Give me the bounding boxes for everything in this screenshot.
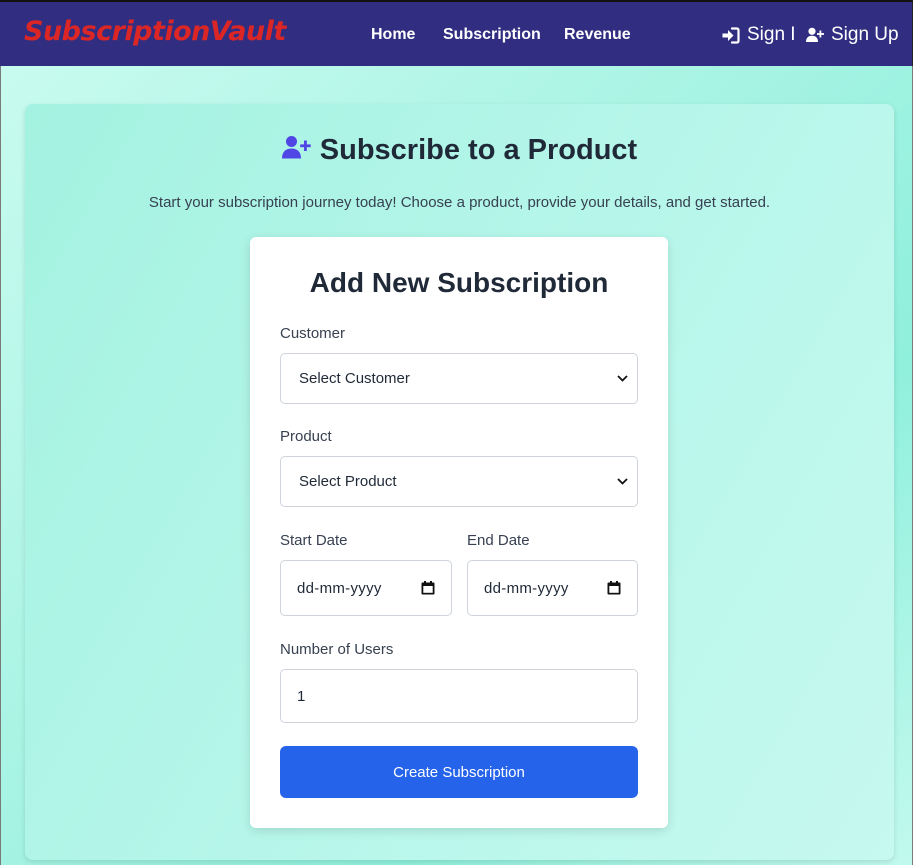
users-label: Number of Users	[280, 641, 394, 658]
product-label: Product	[280, 428, 332, 445]
create-subscription-button[interactable]: Create Subscription	[280, 746, 638, 798]
start-date-input[interactable]: dd-mm-yyyy	[280, 560, 452, 616]
calendar-icon[interactable]	[607, 581, 621, 595]
page-background: Subscribe to a Product Start your subscr…	[0, 66, 913, 865]
form-title: Add New Subscription	[309, 267, 609, 298]
users-input-value: 1	[297, 687, 306, 705]
start-date-label: Start Date	[280, 532, 348, 549]
customer-select[interactable]: Select Customer	[280, 353, 638, 404]
subscription-form-card: Add New Subscription Customer Select Cus…	[250, 237, 668, 828]
sign-in-label: Sign I	[747, 24, 796, 45]
sign-in-link[interactable]: Sign I	[721, 24, 796, 46]
customer-select-value: Select Customer	[299, 370, 410, 387]
page-title: Subscribe to a Product	[25, 134, 894, 167]
sign-in-icon	[721, 26, 740, 44]
end-date-placeholder: dd-mm-yyyy	[484, 579, 569, 597]
end-date-input[interactable]: dd-mm-yyyy	[467, 560, 638, 616]
user-plus-icon	[806, 27, 824, 43]
chevron-down-icon	[617, 375, 628, 382]
product-select[interactable]: Select Product	[280, 456, 638, 507]
start-date-placeholder: dd-mm-yyyy	[297, 579, 382, 597]
users-input[interactable]: 1	[280, 669, 638, 723]
chevron-down-icon	[617, 478, 628, 485]
user-plus-icon	[281, 134, 311, 167]
sign-up-label: Sign Up	[831, 24, 899, 45]
sign-up-link[interactable]: Sign Up	[806, 24, 899, 46]
nav-subscription[interactable]: Subscription	[443, 26, 541, 44]
nav-revenue[interactable]: Revenue	[564, 26, 631, 44]
nav-home[interactable]: Home	[371, 26, 415, 44]
customer-label: Customer	[280, 325, 346, 342]
brand-logo[interactable]: SubscriptionVault	[24, 16, 286, 47]
end-date-label: End Date	[467, 532, 530, 549]
navbar: SubscriptionVault Home Subscription Reve…	[0, 0, 913, 66]
page-title-text: Subscribe to a Product	[319, 134, 638, 166]
hero-panel: Subscribe to a Product Start your subscr…	[25, 104, 894, 860]
product-select-value: Select Product	[299, 473, 397, 490]
page-subtitle: Start your subscription journey today! C…	[148, 194, 771, 211]
calendar-icon[interactable]	[421, 581, 435, 595]
